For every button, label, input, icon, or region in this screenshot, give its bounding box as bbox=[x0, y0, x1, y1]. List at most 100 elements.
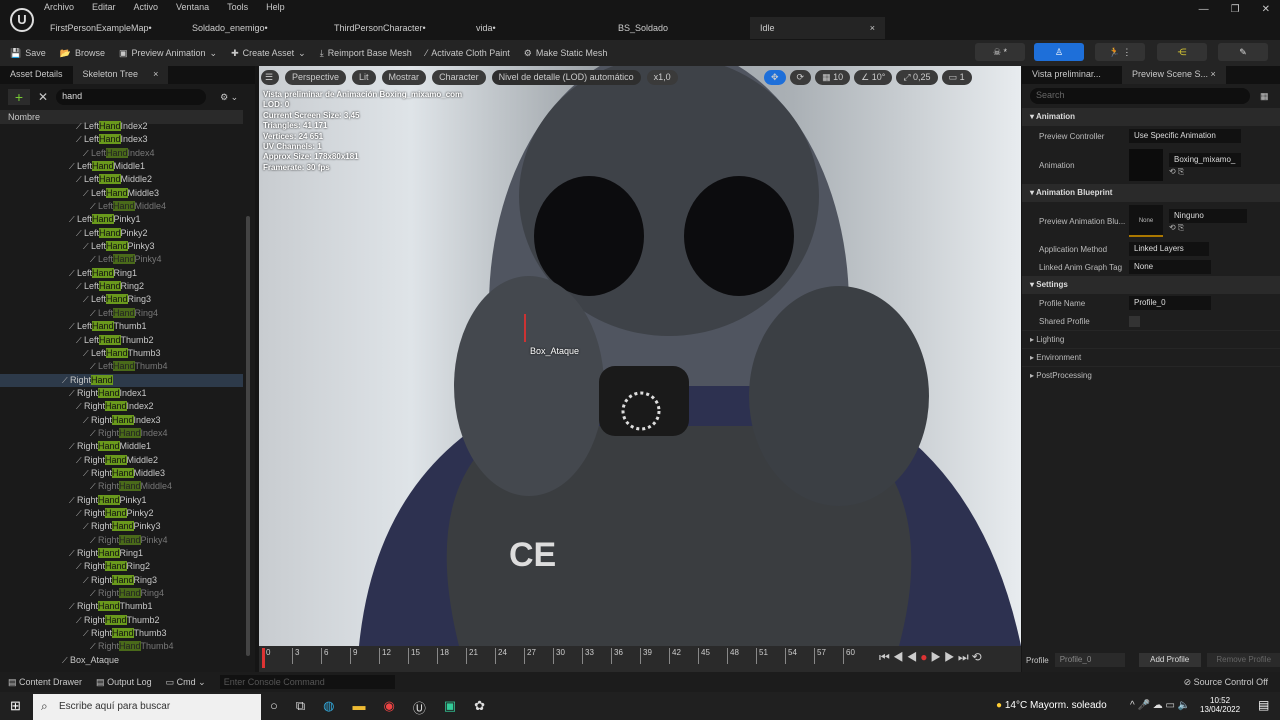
section-environment[interactable]: ▸ Environment bbox=[1022, 348, 1280, 366]
tree-row[interactable]: ⟋ RightHandIndex1 bbox=[0, 387, 243, 400]
profile-dropdown[interactable]: Profile_0 bbox=[1054, 653, 1125, 667]
maximize-icon[interactable]: ❐ bbox=[1231, 4, 1240, 15]
tab-vista-preliminar[interactable]: Vista preliminar... bbox=[1022, 66, 1122, 84]
viewport[interactable]: CE ☰ Perspective Lit Mostrar Character Nivel… bbox=[259, 66, 1021, 646]
weather[interactable]: ● 14°C Mayorm. soleado bbox=[996, 700, 1107, 711]
tree-row[interactable]: ⟋ LeftHandRing3 bbox=[0, 293, 243, 306]
tree-row[interactable]: ⟋ RightHandMiddle3 bbox=[0, 467, 243, 480]
viewport-pill-1[interactable]: Lit bbox=[352, 70, 376, 85]
document-tab[interactable]: FirstPersonExampleMap• bbox=[40, 17, 182, 39]
task-view-icon[interactable]: ⧉ bbox=[296, 698, 305, 717]
source-control-button[interactable]: ⊘ Source Control Off bbox=[1184, 677, 1268, 688]
tree-row[interactable]: ⟋ LeftHandThumb2 bbox=[0, 334, 243, 347]
unreal-logo[interactable]: U bbox=[10, 8, 34, 32]
angle-snap-button[interactable]: ∠ 10° bbox=[854, 70, 893, 85]
tree-row[interactable]: ⟋ LeftHandPinky4 bbox=[0, 253, 243, 266]
tree-row[interactable]: ⟋ RightHandRing2 bbox=[0, 560, 243, 573]
socket-gizmo[interactable] bbox=[524, 314, 526, 342]
tree-row[interactable]: ⟋ RightHandIndex2 bbox=[0, 400, 243, 413]
tree-row[interactable]: ⟋ RightHandThumb2 bbox=[0, 614, 243, 627]
app2-icon[interactable]: ✿ bbox=[474, 698, 485, 717]
viewport-menu-button[interactable]: ☰ bbox=[261, 70, 279, 85]
menu-archivo[interactable]: Archivo bbox=[44, 2, 74, 12]
tree-row[interactable]: ⟋ RightHandThumb4 bbox=[0, 640, 243, 653]
cortana-icon[interactable]: ○ bbox=[270, 698, 278, 717]
tree-row[interactable]: ⟋ LeftHandPinky3 bbox=[0, 240, 243, 253]
viewport-pill-5[interactable]: x1,0 bbox=[646, 70, 678, 85]
section-lighting[interactable]: ▸ Lighting bbox=[1022, 330, 1280, 348]
application-method-dropdown[interactable]: Linked Layers bbox=[1129, 242, 1209, 256]
unreal-taskbar-icon[interactable]: Ⓤ bbox=[413, 698, 426, 717]
animation-mode-button[interactable]: 🏃 ⋮ bbox=[1095, 43, 1145, 61]
tree-row[interactable]: ⟋ RightHandPinky2 bbox=[0, 507, 243, 520]
clock-time[interactable]: 10:52 bbox=[1200, 696, 1240, 705]
create-asset-button[interactable]: ✚ Create Asset ⌄ bbox=[231, 48, 306, 59]
browse-button[interactable]: 📂 Browse bbox=[60, 48, 105, 59]
table-view-icon[interactable]: ▦ bbox=[1260, 91, 1269, 102]
tree-row[interactable]: ⟋ RightHandRing3 bbox=[0, 574, 243, 587]
file-explorer-icon[interactable]: ▬ bbox=[353, 698, 366, 717]
preview-controller-dropdown[interactable]: Use Specific Animation bbox=[1129, 129, 1241, 143]
tree-row[interactable]: ⟋ RightHandIndex3 bbox=[0, 414, 243, 427]
document-tab[interactable]: Idle × bbox=[750, 17, 885, 39]
tree-row[interactable]: ⟋ RightHandThumb1 bbox=[0, 600, 243, 613]
tree-row[interactable]: ⟋ RightHandPinky4 bbox=[0, 534, 243, 547]
document-tab[interactable]: Soldado_enemigo• bbox=[182, 17, 324, 39]
cmd-dropdown[interactable]: ▭ Cmd ⌄ bbox=[166, 677, 206, 688]
console-input[interactable]: Enter Console Command bbox=[219, 675, 395, 689]
menu-editar[interactable]: Editar bbox=[92, 2, 116, 12]
blueprint-mode-button[interactable]: ⋲ bbox=[1157, 43, 1207, 61]
document-tab[interactable]: vida• bbox=[466, 17, 608, 39]
add-profile-button[interactable]: Add Profile bbox=[1138, 653, 1201, 667]
tree-row[interactable]: ⟋ RightHandMiddle4 bbox=[0, 480, 243, 493]
menu-activo[interactable]: Activo bbox=[134, 2, 159, 12]
tree-row[interactable]: ⟋ LeftHandRing1 bbox=[0, 267, 243, 280]
blueprint-picker[interactable]: Ninguno bbox=[1169, 209, 1247, 223]
section-animation[interactable]: ▾ Animation bbox=[1022, 108, 1280, 126]
translate-icon[interactable]: ✥ bbox=[764, 70, 786, 85]
notifications-icon[interactable]: ▤ bbox=[1258, 698, 1269, 712]
windows-start-icon[interactable]: ⊞ bbox=[10, 698, 21, 714]
taskbar-search[interactable]: ⌕ Escribe aquí para buscar bbox=[33, 694, 261, 720]
physics-mode-button[interactable]: ✎ bbox=[1218, 43, 1268, 61]
chrome-icon[interactable]: ◉ bbox=[384, 698, 395, 717]
tree-row[interactable]: ⟋ RightHandPinky1 bbox=[0, 494, 243, 507]
tree-row[interactable]: ⟋ LeftHandIndex2 bbox=[0, 120, 243, 133]
mesh-mode-button[interactable]: ♙ bbox=[1034, 43, 1084, 61]
document-tab[interactable]: ThirdPersonCharacter• bbox=[324, 17, 466, 39]
menu-tools[interactable]: Tools bbox=[227, 2, 248, 12]
remove-profile-button[interactable]: Remove Profile bbox=[1206, 653, 1280, 667]
tree-row[interactable]: ⟋ RightHandMiddle2 bbox=[0, 454, 243, 467]
tree-row[interactable]: ⟋ LeftHandThumb3 bbox=[0, 347, 243, 360]
close-tab-icon[interactable]: × bbox=[870, 23, 875, 33]
rotate-icon[interactable]: ⟳ bbox=[789, 70, 812, 85]
tab-asset-details[interactable]: Asset Details bbox=[0, 66, 73, 84]
output-log-button[interactable]: ▤ Output Log bbox=[96, 677, 152, 688]
playhead[interactable] bbox=[262, 648, 265, 668]
viewport-pill-4[interactable]: Nivel de detalle (LOD) automático bbox=[491, 70, 641, 85]
activate-cloth-paint-button[interactable]: ⁄ Activate Cloth Paint bbox=[426, 48, 510, 58]
animation-asset-picker[interactable]: Boxing_mixamo_ bbox=[1169, 153, 1241, 167]
tab-preview-scene-settings[interactable]: Preview Scene S... × bbox=[1122, 66, 1226, 84]
camera-speed-button[interactable]: ▭ 1 bbox=[941, 70, 972, 85]
tree-row[interactable]: ⟋ RightHandPinky3 bbox=[0, 520, 243, 533]
tree-row[interactable]: ⟋ LeftHandIndex3 bbox=[0, 133, 243, 146]
menu-ventana[interactable]: Ventana bbox=[176, 2, 209, 12]
app-icon[interactable]: ▣ bbox=[444, 698, 456, 717]
search-input[interactable]: hand bbox=[56, 89, 207, 105]
animation-thumbnail[interactable] bbox=[1129, 149, 1163, 181]
viewport-pill-3[interactable]: Character bbox=[432, 70, 486, 85]
tab-skeleton-tree[interactable]: Skeleton Tree × bbox=[72, 66, 169, 84]
tree-row[interactable]: ⟋ LeftHandMiddle3 bbox=[0, 187, 243, 200]
tree-row[interactable]: ⟋ LeftHandIndex4 bbox=[0, 147, 243, 160]
close-icon[interactable]: ✕ bbox=[1262, 4, 1270, 15]
viewport-pill-2[interactable]: Mostrar bbox=[381, 70, 427, 85]
add-button[interactable]: + bbox=[8, 89, 30, 105]
viewport-pill-0[interactable]: Perspective bbox=[285, 70, 347, 85]
shared-profile-checkbox[interactable] bbox=[1129, 315, 1140, 327]
reimport-base-mesh-button[interactable]: ⤓ Reimport Base Mesh bbox=[320, 48, 412, 59]
section-settings[interactable]: ▾ Settings bbox=[1022, 276, 1280, 294]
record-icon[interactable]: ● bbox=[920, 650, 930, 664]
playback-controls[interactable]: ⏮◀◀●▶▶⏭⟲ bbox=[879, 650, 985, 665]
anim-graph-tag-input[interactable]: None bbox=[1129, 260, 1211, 274]
